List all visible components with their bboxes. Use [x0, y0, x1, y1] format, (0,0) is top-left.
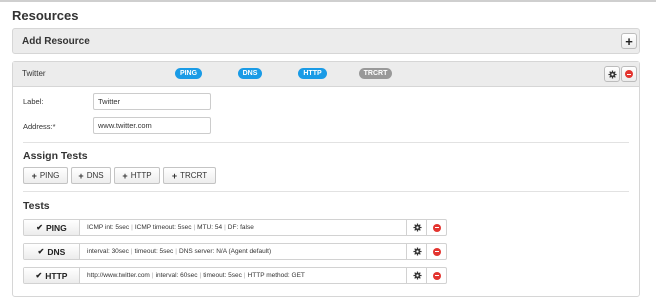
check-icon: ✔: [35, 271, 43, 280]
resource-settings-button[interactable]: [604, 66, 620, 82]
gear-icon: [412, 223, 422, 232]
test-toggle-ping[interactable]: ✔ PING: [24, 220, 80, 235]
badge-trcrt[interactable]: TRCRT: [359, 68, 392, 79]
check-icon: ✔: [37, 247, 45, 256]
test-param: interval: 60sec: [155, 272, 198, 279]
badge-http[interactable]: HTTP: [298, 68, 327, 79]
gear-icon: [607, 69, 617, 79]
test-row-dns: ✔ DNS interval: 30sec | timeout: 5sec | DNS …: [23, 243, 447, 260]
add-resource-button[interactable]: +: [621, 33, 637, 49]
resource-name: Twitter: [22, 69, 46, 78]
divider: [23, 142, 629, 143]
address-input[interactable]: [93, 117, 211, 134]
test-param: timeout: 5sec: [203, 272, 242, 279]
test-toggle-dns[interactable]: ✔ DNS: [24, 244, 80, 259]
label-input[interactable]: [93, 93, 211, 110]
remove-icon: [433, 223, 441, 232]
test-config: http://www.twitter.com | interval: 60sec | t…: [87, 272, 305, 279]
add-ping-test-button[interactable]: + PING: [23, 167, 68, 184]
button-label: TRCRT: [180, 171, 208, 180]
test-toggle-http[interactable]: ✔ HTTP: [24, 268, 80, 283]
test-param: DNS server: N/A (Agent default): [179, 248, 272, 255]
resource-remove-button[interactable]: [621, 66, 637, 82]
test-config: interval: 30sec | timeout: 5sec | DNS server…: [87, 248, 272, 255]
check-icon: ✔: [36, 223, 43, 232]
test-param: ICMP timeout: 5sec: [134, 224, 192, 231]
remove-icon: [625, 70, 633, 78]
resource-panel: Twitter PING DNS HTTP TRCRT Label: Addre…: [12, 61, 640, 297]
test-row-ping: ✔ PING ICMP int: 5sec | ICMP timeout: 5sec…: [23, 219, 447, 236]
button-label: PING: [39, 171, 60, 180]
add-http-test-button[interactable]: + HTTP: [114, 167, 160, 184]
add-resource-panel: Add Resource +: [12, 28, 640, 54]
plus-icon: +: [625, 33, 633, 49]
remove-icon: [433, 271, 441, 280]
button-label: HTTP: [130, 171, 152, 180]
page-title: Resources: [12, 8, 79, 23]
test-settings-button[interactable]: [406, 220, 427, 235]
test-param: MTU: 54: [197, 224, 223, 231]
test-param: HTTP method: GET: [247, 272, 305, 279]
gear-icon: [412, 247, 422, 256]
test-param: http://www.twitter.com: [87, 272, 150, 279]
test-param: interval: 30sec: [87, 248, 129, 255]
test-param: ICMP int: 5sec: [87, 224, 130, 231]
test-settings-button[interactable]: [406, 268, 427, 283]
button-label: DNS: [86, 171, 104, 180]
plus-icon: +: [31, 170, 37, 181]
remove-icon: [433, 247, 441, 256]
plus-icon: +: [122, 170, 128, 181]
add-resource-title: Add Resource: [22, 36, 90, 47]
divider: [23, 191, 629, 192]
address-field-label: Address:*: [23, 122, 56, 131]
assign-tests-title: Assign Tests: [23, 150, 88, 162]
badge-ping[interactable]: PING: [175, 68, 202, 79]
gear-icon: [412, 271, 422, 280]
badge-dns[interactable]: DNS: [238, 68, 262, 79]
plus-icon: +: [171, 170, 178, 181]
test-remove-button[interactable]: [426, 244, 447, 259]
test-settings-button[interactable]: [406, 244, 427, 259]
plus-icon: +: [78, 170, 84, 181]
test-name: DNS: [47, 246, 66, 257]
add-trcrt-test-button[interactable]: + TRCRT: [163, 167, 216, 184]
label-field-label: Label:: [23, 97, 44, 106]
test-remove-button[interactable]: [426, 268, 447, 283]
tests-title: Tests: [23, 200, 50, 212]
test-param: DF: false: [227, 224, 254, 231]
test-config: ICMP int: 5sec | ICMP timeout: 5sec | MTU: 5…: [87, 224, 254, 231]
add-dns-test-button[interactable]: + DNS: [71, 167, 111, 184]
test-name: PING: [45, 222, 67, 233]
test-param: timeout: 5sec: [134, 248, 174, 255]
test-remove-button[interactable]: [426, 220, 447, 235]
test-row-http: ✔ HTTP http://www.twitter.com | interval: …: [23, 267, 447, 284]
test-name: HTTP: [45, 270, 68, 281]
top-border: [0, 0, 656, 2]
resource-header: Twitter PING DNS HTTP TRCRT: [13, 62, 639, 87]
